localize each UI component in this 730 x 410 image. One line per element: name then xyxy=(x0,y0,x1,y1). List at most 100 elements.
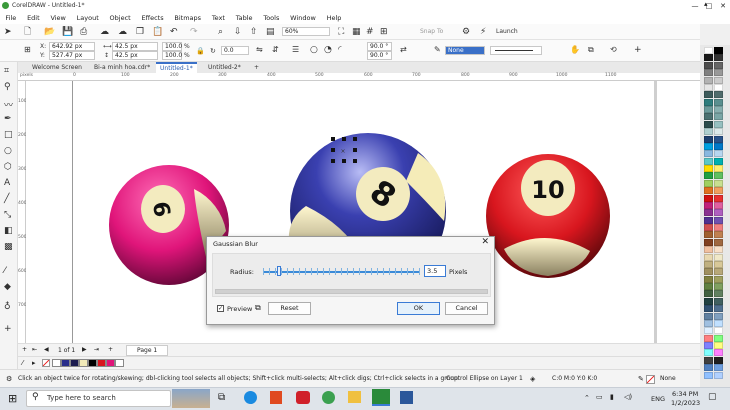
no-color-swatch[interactable] xyxy=(42,359,50,367)
text-icon[interactable]: A xyxy=(4,178,10,188)
page-1-tab[interactable]: Page 1 xyxy=(126,345,169,356)
menu-view[interactable]: View xyxy=(45,14,71,22)
palette-swatch[interactable] xyxy=(704,150,713,158)
print-icon[interactable]: ⎙ xyxy=(80,26,87,38)
height-field[interactable]: 42.5 px xyxy=(112,51,158,60)
palette-swatch[interactable] xyxy=(714,246,723,254)
palette-swatch[interactable] xyxy=(714,187,723,195)
start-angle-field[interactable]: 90.0 ° xyxy=(367,42,392,51)
network-icon[interactable]: ▭ xyxy=(596,393,603,401)
undo-icon[interactable]: ↶ xyxy=(170,26,178,38)
show-grid-icon[interactable]: # xyxy=(366,26,374,38)
palette-swatch[interactable] xyxy=(714,201,723,209)
menu-effects[interactable]: Effects xyxy=(136,14,169,22)
palette-swatch[interactable] xyxy=(714,69,723,77)
vertical-ruler[interactable]: 100 200 300 400 500 600 700 xyxy=(18,81,27,343)
palette-swatch[interactable] xyxy=(714,83,723,91)
palette-swatch[interactable] xyxy=(704,231,713,239)
close-window-button[interactable]: ✕ xyxy=(716,2,730,10)
tab-bi-a-minh-hoa[interactable]: Bi-a minh hoa.cdr* xyxy=(90,62,154,73)
ball-10[interactable]: 10 xyxy=(486,154,610,278)
palette-swatch[interactable] xyxy=(714,319,723,327)
minimize-button[interactable]: — xyxy=(688,2,702,10)
arc-shape-icon[interactable]: ◜ xyxy=(338,44,342,56)
document-swatch[interactable] xyxy=(79,359,88,367)
cloud-download-icon[interactable]: ☁ xyxy=(118,26,127,38)
palette-swatch[interactable] xyxy=(704,106,713,113)
mirror-vertical-icon[interactable]: ⇵ xyxy=(272,44,279,56)
palette-swatch[interactable] xyxy=(704,172,713,180)
document-swatch[interactable] xyxy=(88,359,97,367)
x-position-field[interactable]: 642.92 px xyxy=(49,42,95,51)
palette-swatch[interactable] xyxy=(704,275,713,283)
line-style-dropdown[interactable] xyxy=(490,46,542,55)
artistic-media-icon[interactable]: ✒ xyxy=(4,114,12,124)
document-swatch[interactable] xyxy=(61,359,70,367)
scale-width-field[interactable]: 100.0 xyxy=(162,42,182,51)
palette-swatch[interactable] xyxy=(714,371,723,379)
status-gear-icon[interactable]: ⚙ xyxy=(6,370,12,388)
palette-swatch[interactable] xyxy=(704,47,713,54)
full-screen-icon[interactable]: ⛶ xyxy=(338,26,344,38)
chrome-icon[interactable] xyxy=(322,391,335,404)
open-icon[interactable]: 📂 xyxy=(44,26,55,38)
object-origin-icon[interactable]: ⊞ xyxy=(24,44,31,56)
export-pdf-icon[interactable]: ▤ xyxy=(266,26,275,38)
tab-welcome-screen[interactable]: Welcome Screen xyxy=(28,62,86,73)
polygon-icon[interactable]: ⬡ xyxy=(4,162,12,172)
paste-icon[interactable]: 📋 xyxy=(152,26,163,38)
palette-swatch[interactable] xyxy=(714,349,723,357)
palette-swatch[interactable] xyxy=(704,268,713,276)
menu-layout[interactable]: Layout xyxy=(71,14,104,22)
prev-page-icon[interactable]: ◀ xyxy=(44,346,49,353)
palette-swatch[interactable] xyxy=(714,179,723,187)
freehand-icon[interactable]: 〰 xyxy=(4,98,13,111)
palette-swatch[interactable] xyxy=(714,194,723,202)
word-icon[interactable] xyxy=(400,391,413,404)
palette-swatch[interactable] xyxy=(704,260,713,268)
crop-icon[interactable]: ⌗ xyxy=(4,66,9,76)
palette-swatch[interactable] xyxy=(704,209,713,217)
dialog-close-icon[interactable]: ✕ xyxy=(481,237,489,247)
office-icon[interactable] xyxy=(270,391,282,404)
add-tool-icon[interactable]: + xyxy=(4,324,12,334)
convert-to-curves-icon[interactable]: ⟲ xyxy=(610,44,617,56)
mirror-horizontal-icon[interactable]: ⇋ xyxy=(256,44,263,56)
palette-swatch[interactable] xyxy=(704,135,713,143)
palette-expand-icon[interactable]: ▸ xyxy=(32,359,36,367)
copy-icon[interactable]: ❐ xyxy=(136,26,144,38)
eyedropper-icon[interactable]: ⁄ xyxy=(4,266,6,276)
palette-swatch[interactable] xyxy=(704,61,713,69)
palette-swatch[interactable] xyxy=(714,120,723,128)
tab-untitled-2[interactable]: Untitled-2* xyxy=(204,62,245,73)
palette-swatch[interactable] xyxy=(704,120,713,128)
palette-swatch[interactable] xyxy=(704,342,713,349)
palette-swatch[interactable] xyxy=(714,297,723,305)
palette-swatch[interactable] xyxy=(714,135,723,143)
search-highlight-image[interactable] xyxy=(172,389,210,408)
palette-swatch[interactable] xyxy=(704,334,713,342)
outline-none-swatch[interactable] xyxy=(646,375,655,384)
transparency-icon[interactable]: ▩ xyxy=(4,242,13,252)
palette-swatch[interactable] xyxy=(704,312,713,320)
redo-icon[interactable]: ↷ xyxy=(190,26,198,38)
document-swatch[interactable] xyxy=(70,359,79,367)
selection-handles[interactable]: × xyxy=(331,137,357,163)
launch-icon[interactable]: ⚡ xyxy=(480,26,486,38)
coreldraw-taskbar-icon[interactable] xyxy=(372,389,390,406)
palette-swatch[interactable] xyxy=(714,76,723,84)
palette-swatch[interactable] xyxy=(704,356,713,364)
palette-scroll-up-icon[interactable]: ▴ xyxy=(704,0,708,8)
document-swatch[interactable] xyxy=(106,359,115,367)
clock-date[interactable]: 1/2/2023 xyxy=(671,399,700,407)
palette-swatch[interactable] xyxy=(704,142,713,150)
y-position-field[interactable]: 527.47 px xyxy=(49,51,95,60)
file-explorer-icon[interactable] xyxy=(348,391,361,403)
new-document-icon[interactable]: 🗋 xyxy=(24,26,31,38)
palette-swatch[interactable] xyxy=(714,54,723,62)
zoom-level-field[interactable]: 60% xyxy=(282,27,330,36)
palette-swatch[interactable] xyxy=(714,128,723,136)
palette-swatch[interactable] xyxy=(704,349,713,357)
palette-swatch[interactable] xyxy=(704,364,713,372)
palette-swatch[interactable] xyxy=(714,253,723,261)
